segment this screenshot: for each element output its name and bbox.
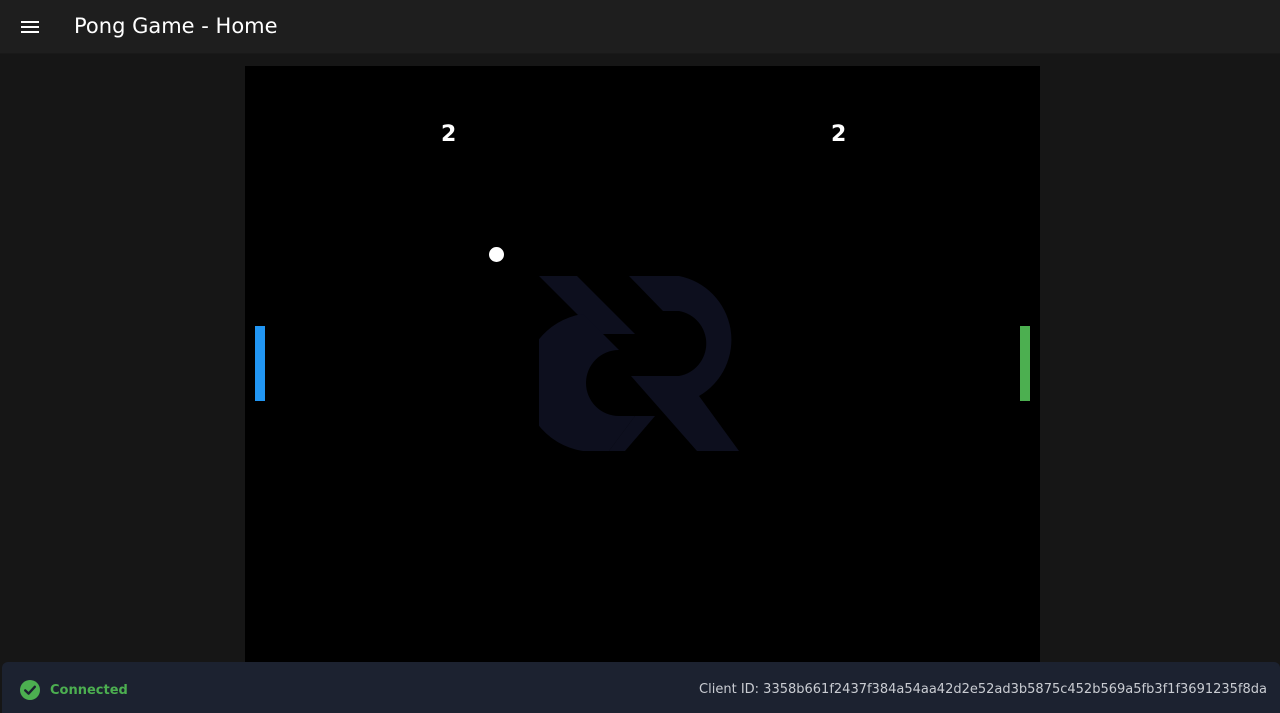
hamburger-menu-icon <box>21 21 39 33</box>
pong-game-canvas[interactable]: 2 2 <box>245 66 1040 674</box>
status-bar: Connected Client ID: 3358b661f2437f384a5… <box>2 662 1280 713</box>
check-circle-icon <box>20 680 40 700</box>
top-app-bar: Pong Game - Home <box>0 0 1280 54</box>
left-paddle <box>255 326 265 401</box>
main-content: 2 2 <box>0 53 1280 713</box>
pong-ball <box>489 247 504 262</box>
left-player-score: 2 <box>441 122 457 147</box>
page-title: Pong Game - Home <box>74 14 278 38</box>
right-player-score: 2 <box>831 122 847 147</box>
decred-logo-icon <box>539 276 739 451</box>
connection-status-label: Connected <box>50 682 128 698</box>
menu-button[interactable] <box>12 9 48 45</box>
client-id-text: Client ID: 3358b661f2437f384a54aa42d2e52… <box>699 682 1267 697</box>
app-root: Pong Game - Home 2 2 Connected Client ID… <box>0 0 1280 713</box>
right-paddle <box>1020 326 1030 401</box>
connection-status: Connected <box>19 679 128 701</box>
